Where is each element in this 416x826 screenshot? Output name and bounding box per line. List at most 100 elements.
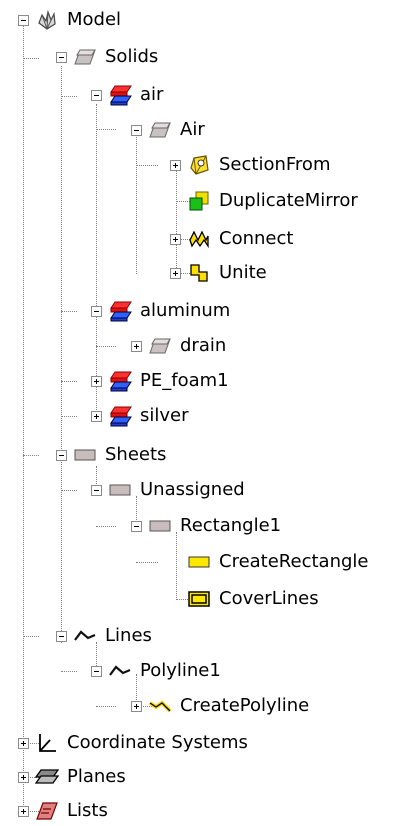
tree-label: SectionFrom: [219, 154, 331, 175]
tree-node-lines[interactable]: Lines: [56, 621, 152, 651]
collapse-toggle[interactable]: [56, 630, 67, 642]
expand-toggle[interactable]: [170, 233, 181, 245]
collapse-toggle[interactable]: [91, 665, 102, 677]
expand-toggle[interactable]: [18, 737, 29, 749]
sheet-icon: [148, 515, 172, 537]
tree-label: Model: [67, 9, 122, 30]
tree-node-coverlines[interactable]: CoverLines: [170, 584, 319, 614]
tree-label: Polyline1: [140, 660, 221, 681]
tree-label: Unite: [219, 262, 267, 283]
expand-toggle[interactable]: [170, 159, 181, 171]
tree-guide: [136, 134, 137, 274]
tree-label: silver: [140, 405, 189, 426]
collapse-toggle[interactable]: [91, 484, 102, 496]
section-icon: [187, 154, 211, 176]
collapse-toggle[interactable]: [56, 51, 67, 63]
collapse-toggle[interactable]: [131, 124, 142, 136]
tree-node-unassigned[interactable]: Unassigned: [91, 475, 245, 505]
coordinate-systems-icon: [35, 732, 59, 754]
model-icon: [35, 9, 59, 31]
tree-guide: [23, 25, 24, 815]
tree-node-sheets[interactable]: Sheets: [56, 440, 166, 470]
solid-icon: [73, 46, 97, 68]
tree-label: Rectangle1: [180, 515, 282, 536]
tree-label: CoverLines: [219, 588, 319, 609]
tree-node-silver[interactable]: silver: [91, 401, 189, 431]
tree-node-createpolyline[interactable]: CreatePolyline: [131, 691, 309, 721]
expand-toggle[interactable]: [18, 771, 29, 783]
tree-connector: [61, 311, 77, 312]
tree-node-air-object[interactable]: Air: [131, 115, 205, 145]
tree-node-polyline1[interactable]: Polyline1: [91, 656, 221, 686]
tree-label: Lists: [67, 800, 108, 821]
tree-label: Planes: [67, 766, 126, 787]
tree-node-drain[interactable]: drain: [131, 331, 226, 361]
tree-label: air: [140, 84, 164, 105]
tree-connector: [23, 636, 39, 637]
tree-label: Connect: [219, 228, 294, 249]
tree-guide: [96, 104, 97, 410]
tree-connector: [96, 706, 116, 707]
material-icon: [108, 405, 132, 427]
tree-label: Air: [180, 119, 205, 140]
tree-node-lists[interactable]: Lists: [18, 796, 108, 826]
tree-node-solids[interactable]: Solids: [56, 42, 158, 72]
tree-node-unite[interactable]: Unite: [170, 258, 267, 288]
tree-node-pe-foam1[interactable]: PE_foam1: [91, 366, 229, 396]
expand-toggle[interactable]: [170, 267, 181, 279]
material-icon: [108, 84, 132, 106]
tree-label: Unassigned: [140, 479, 245, 500]
unite-icon: [187, 262, 211, 284]
tree-connector: [136, 562, 158, 563]
tree-node-model[interactable]: Model: [18, 5, 121, 35]
tree-node-rectangle1[interactable]: Rectangle1: [131, 511, 281, 541]
lists-icon: [35, 800, 59, 822]
collapse-toggle[interactable]: [56, 449, 67, 461]
tree-node-air[interactable]: air: [91, 80, 163, 110]
expand-toggle[interactable]: [131, 700, 142, 712]
tree-connector: [23, 58, 39, 59]
expand-toggle[interactable]: [131, 340, 142, 352]
create-rectangle-icon: [187, 551, 211, 573]
collapse-toggle[interactable]: [91, 89, 102, 101]
sheet-icon: [73, 444, 97, 466]
expand-toggle[interactable]: [91, 410, 102, 422]
tree-connector: [96, 346, 116, 347]
tree-label: aluminum: [140, 300, 231, 321]
tree-node-sectionfrom[interactable]: SectionFrom: [170, 150, 330, 180]
tree-connector: [23, 455, 39, 456]
duplicate-mirror-icon: [187, 190, 211, 212]
tree-label: drain: [180, 335, 227, 356]
tree-connector: [61, 96, 77, 97]
tree-label: CreatePolyline: [180, 695, 310, 716]
connect-icon: [187, 228, 211, 250]
tree-node-aluminum[interactable]: aluminum: [91, 296, 230, 326]
tree-node-planes[interactable]: Planes: [18, 762, 126, 792]
tree-node-connect[interactable]: Connect: [170, 224, 293, 254]
collapse-toggle[interactable]: [18, 14, 29, 26]
collapse-toggle[interactable]: [91, 305, 102, 317]
model-tree: Model Solids air Air SectionFrom Duplica…: [0, 0, 416, 825]
tree-guide: [61, 66, 62, 643]
tree-node-createrectangle[interactable]: CreateRectangle: [170, 547, 368, 577]
material-icon: [108, 300, 132, 322]
expand-toggle[interactable]: [91, 375, 102, 387]
cover-lines-icon: [187, 588, 211, 610]
tree-connector: [61, 381, 77, 382]
tree-node-duplicatemirror[interactable]: DuplicateMirror: [170, 186, 358, 216]
tree-label: CreateRectangle: [219, 551, 369, 572]
tree-node-coordinate-systems[interactable]: Coordinate Systems: [18, 728, 248, 758]
tree-connector: [96, 129, 116, 130]
tree-connector: [61, 490, 77, 491]
tree-connector: [61, 416, 77, 417]
tree-connector: [96, 526, 116, 527]
create-polyline-icon: [148, 695, 172, 717]
solid-icon: [148, 335, 172, 357]
tree-label: Sheets: [105, 444, 167, 465]
tree-label: Coordinate Systems: [67, 732, 248, 753]
tree-label: Solids: [105, 46, 159, 67]
collapse-toggle[interactable]: [131, 520, 142, 532]
tree-label: DuplicateMirror: [219, 190, 358, 211]
line-icon: [73, 625, 97, 647]
expand-toggle[interactable]: [18, 805, 29, 817]
